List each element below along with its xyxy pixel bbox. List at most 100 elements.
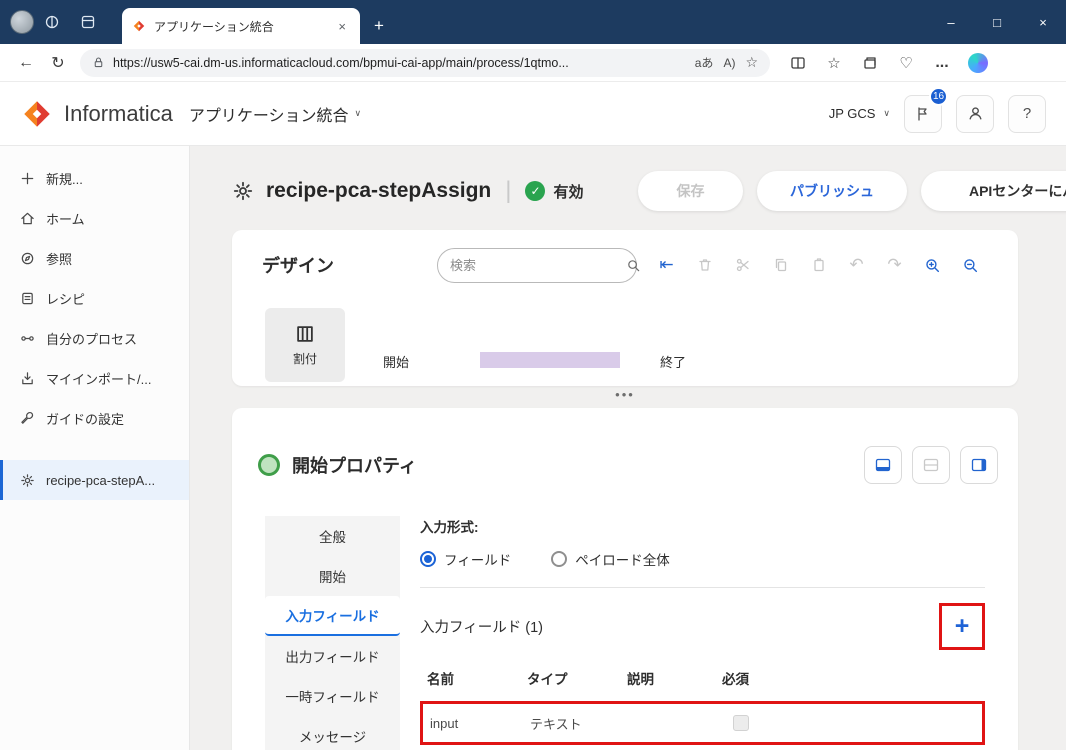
maximize-button[interactable]: □ [974, 0, 1020, 44]
search-input[interactable] [450, 258, 626, 273]
browser-navbar: ← ↻ aあ A) ☆ ☆ ♡ ... [0, 44, 1066, 82]
dock-bottom-icon[interactable] [864, 446, 902, 484]
redo-button[interactable]: ↷ [878, 248, 911, 282]
split-horizontal-icon[interactable] [912, 446, 950, 484]
tab-start[interactable]: 開始 [265, 556, 400, 596]
read-aloud-icon[interactable]: A) [723, 56, 735, 70]
collections-icon[interactable] [854, 48, 886, 78]
required-checkbox[interactable] [733, 715, 749, 731]
zoom-in-button[interactable] [916, 248, 949, 282]
dock-right-icon[interactable] [960, 446, 998, 484]
copy-button[interactable] [764, 248, 797, 282]
workspaces-icon[interactable] [34, 0, 70, 44]
panel-resize-handle[interactable]: ••• [232, 388, 1018, 404]
panel-layout-buttons [864, 446, 998, 484]
add-field-button[interactable]: + [955, 613, 970, 639]
process-nodes-icon [20, 331, 35, 346]
browser-window: アプリケーション統合 × + – □ × ← ↻ aあ A) ☆ ☆ [0, 0, 1066, 750]
home-icon [20, 211, 35, 226]
palette-assign-node[interactable]: 割付 [265, 308, 345, 382]
collapse-palette-button[interactable]: ⇤ [650, 248, 683, 282]
start-node-label[interactable]: 開始 [383, 352, 409, 371]
process-title: recipe-pca-stepAssign [266, 179, 492, 202]
brand-name: Informatica [64, 100, 173, 126]
end-node-label[interactable]: 終了 [660, 352, 686, 371]
translate-icon[interactable]: aあ [695, 54, 714, 71]
publish-to-api-center-button[interactable]: APIセンターにパ... [921, 171, 1066, 211]
radio-whole-payload[interactable]: ペイロード全体 [551, 549, 670, 569]
design-search[interactable] [437, 248, 640, 283]
annotation-row-highlight[interactable]: input テキスト [420, 701, 985, 745]
sidebar-item-home[interactable]: ホーム [0, 198, 189, 238]
sidebar: 新規... ホーム 参照 レシピ 自分のプロセス マイインポート/... ガイド… [0, 146, 190, 750]
design-panel: デザイン ⇤ [232, 230, 1018, 386]
recipe-icon [20, 291, 35, 306]
account-button[interactable] [956, 94, 994, 133]
sidebar-item-guide-settings[interactable]: ガイドの設定 [0, 398, 189, 438]
field-name-cell[interactable]: input [430, 716, 530, 731]
tab-input-fields[interactable]: 入力フィールド [265, 596, 400, 636]
tab-messages[interactable]: メッセージ [265, 716, 400, 750]
import-icon [20, 371, 35, 386]
search-icon [626, 258, 641, 273]
new-tab-button[interactable]: + [374, 16, 384, 36]
tab-favicon-icon [132, 19, 146, 33]
close-button[interactable]: × [1020, 0, 1066, 44]
sidebar-item-recipes[interactable]: レシピ [0, 278, 189, 318]
back-button[interactable]: ← [10, 48, 42, 78]
input-format-label: 入力形式: [420, 520, 479, 535]
minimize-button[interactable]: – [928, 0, 974, 44]
delete-button[interactable] [688, 248, 721, 282]
field-type-cell[interactable]: テキスト [530, 714, 630, 733]
input-fields-pane: 入力形式: フィールド ペイロード全体 入力フィールド (1) + 名前 タイプ… [420, 516, 985, 750]
valid-check-icon: ✓ [525, 181, 546, 201]
design-canvas[interactable]: 割付 開始 終了 [232, 308, 1018, 386]
sidebar-item-browse[interactable]: 参照 [0, 238, 189, 278]
save-button[interactable]: 保存 [638, 171, 743, 211]
tab-actions-icon[interactable] [70, 0, 106, 44]
browser-essentials-icon[interactable]: ♡ [890, 48, 922, 78]
process-gear-icon [20, 473, 35, 488]
notification-badge: 16 [929, 86, 948, 106]
undo-button[interactable]: ↶ [840, 248, 873, 282]
cut-button[interactable] [726, 248, 759, 282]
favorite-star-icon[interactable]: ☆ [745, 54, 758, 71]
sidebar-item-my-processes[interactable]: 自分のプロセス [0, 318, 189, 358]
divider: | [505, 177, 512, 204]
start-properties-panel: 開始プロパティ 全般 開始 入力フィールド 出力フィールド 一時フィールド メッ… [232, 408, 1018, 750]
radio-field[interactable]: フィールド [420, 549, 511, 569]
assign-icon [294, 323, 316, 345]
settings-menu-icon[interactable]: ... [926, 48, 958, 78]
column-header-required: 必須 [722, 672, 749, 687]
column-header-name: 名前 [427, 672, 454, 687]
tab-temp-fields[interactable]: 一時フィールド [265, 676, 400, 716]
chevron-down-icon: ∨ [354, 108, 362, 118]
user-menu[interactable]: JP GCS [829, 106, 876, 121]
properties-tab-list: 全般 開始 入力フィールド 出力フィールド 一時フィールド メッセージ [265, 516, 400, 750]
publish-button[interactable]: パブリッシュ [757, 171, 907, 211]
profile-avatar[interactable] [10, 10, 34, 34]
split-screen-icon[interactable] [782, 48, 814, 78]
wrench-icon [20, 411, 35, 426]
sidebar-item-open-process[interactable]: recipe-pca-stepA... [0, 460, 189, 500]
zoom-out-button[interactable] [954, 248, 987, 282]
sidebar-item-my-imports[interactable]: マイインポート/... [0, 358, 189, 398]
input-fields-count-label: 入力フィールド (1) [420, 619, 543, 636]
tab-title: アプリケーション統合 [154, 19, 274, 34]
tab-output-fields[interactable]: 出力フィールド [265, 636, 400, 676]
sidebar-item-new[interactable]: 新規... [0, 158, 189, 198]
favorites-icon[interactable]: ☆ [818, 48, 850, 78]
notifications-button[interactable]: 16 [904, 86, 948, 133]
app-switcher[interactable]: アプリケーション統合 [189, 102, 349, 126]
address-bar[interactable]: aあ A) ☆ [80, 48, 770, 77]
refresh-button[interactable]: ↻ [42, 48, 74, 78]
tab-close-icon[interactable]: × [334, 17, 350, 36]
paste-button[interactable] [802, 248, 835, 282]
help-button[interactable]: ? [1008, 94, 1046, 133]
url-input[interactable] [113, 55, 685, 70]
tab-general[interactable]: 全般 [265, 516, 400, 556]
column-header-description: 説明 [627, 672, 654, 687]
selected-connector[interactable] [480, 352, 620, 368]
copilot-icon[interactable] [962, 48, 994, 78]
browser-tab[interactable]: アプリケーション統合 × [122, 8, 360, 44]
